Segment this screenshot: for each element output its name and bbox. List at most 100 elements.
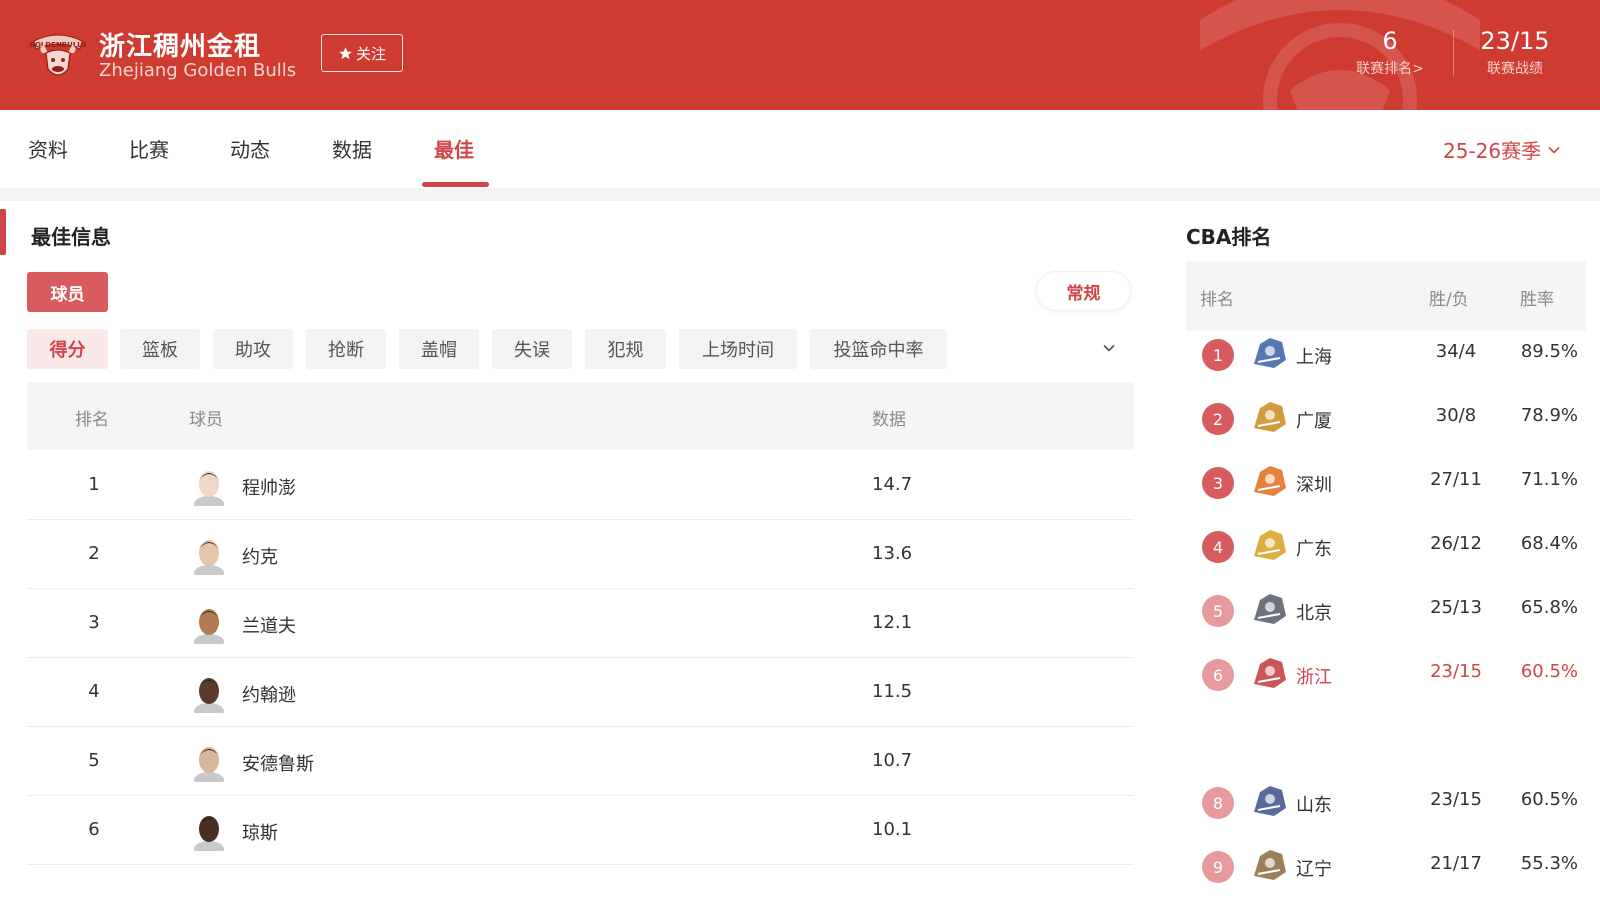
- player-name[interactable]: 安德鲁斯: [242, 750, 314, 776]
- ranking-row[interactable]: 6 浙江 23/15 60.5%: [1186, 646, 1586, 706]
- team-name[interactable]: 深圳: [1296, 471, 1332, 497]
- team-win-pct: 60.5%: [1520, 661, 1578, 682]
- chevron-down-icon: [1548, 146, 1560, 154]
- tab-stats[interactable]: 数据: [332, 134, 372, 163]
- header-rank: 排名: [1200, 290, 1234, 310]
- team-win-loss: 27/11: [1430, 469, 1482, 490]
- tab-news[interactable]: 动态: [230, 134, 270, 163]
- team-name[interactable]: 山东: [1296, 791, 1332, 817]
- ranking-row[interactable]: 9 辽宁 21/17 55.3%: [1186, 838, 1586, 898]
- team-logo-icon: [1254, 466, 1286, 496]
- expand-categories-chevron-icon[interactable]: [1100, 339, 1118, 357]
- team-name[interactable]: 辽宁: [1296, 855, 1332, 881]
- category-fouls[interactable]: 犯规: [585, 329, 666, 369]
- ranking-row[interactable]: 2 广厦 30/8 78.9%: [1186, 390, 1586, 450]
- player-rank: 3: [88, 612, 100, 633]
- team-name[interactable]: 浙江: [1296, 663, 1332, 689]
- player-name[interactable]: 约翰逊: [242, 681, 296, 707]
- category-rebounds[interactable]: 篮板: [120, 329, 200, 369]
- team-nav: 资料 比赛 动态 数据 最佳 25-26赛季: [0, 110, 1600, 188]
- team-win-pct: 55.3%: [1520, 853, 1578, 874]
- team-logo-icon: [1254, 786, 1286, 816]
- team-name[interactable]: 北京: [1296, 599, 1332, 625]
- player-name[interactable]: 琼斯: [242, 819, 278, 845]
- league-rank-stat[interactable]: 6 联赛排名>: [1345, 26, 1435, 78]
- player-stat-value: 12.1: [872, 612, 913, 633]
- player-row[interactable]: 2 约克 13.6: [27, 519, 1134, 589]
- rank-badge: 1: [1202, 339, 1234, 371]
- ranking-row[interactable]: 4 广东 26/12 68.4%: [1186, 518, 1586, 578]
- ranking-row[interactable]: 1 上海 34/4 89.5%: [1186, 326, 1586, 386]
- header-rank: 排名: [75, 410, 109, 430]
- player-row[interactable]: 6 琼斯 10.1: [27, 795, 1134, 865]
- team-header: GOLDENBULLS 浙江稠州金租 Zhejiang Golden Bulls…: [0, 0, 1600, 110]
- header-player: 球员: [189, 410, 223, 430]
- tab-best[interactable]: 最佳: [434, 134, 474, 163]
- season-label: 25-26赛季: [1443, 139, 1542, 163]
- cba-ranking-panel: CBA排名 排名 胜/负 胜率 1 上海 34/4 89.5% 2 广厦 30/8 78.9%…: [1160, 201, 1600, 900]
- team-name[interactable]: 广厦: [1296, 407, 1332, 433]
- player-avatar: [194, 816, 224, 851]
- category-points[interactable]: 得分: [27, 329, 108, 369]
- team-logo-icon: [1254, 594, 1286, 624]
- category-turnovers[interactable]: 失误: [492, 329, 572, 369]
- player-avatar: [194, 747, 224, 782]
- team-name-cn: 浙江稠州金租: [99, 32, 262, 62]
- player-type-button[interactable]: 球员: [27, 272, 108, 312]
- follow-button[interactable]: 关注: [321, 34, 403, 72]
- player-row[interactable]: 4 约翰逊 11.5: [27, 657, 1134, 727]
- header-win-loss: 胜/负: [1429, 290, 1469, 310]
- team-logo-icon: [1254, 402, 1286, 432]
- tab-matches[interactable]: 比赛: [129, 134, 169, 163]
- section-accent-bar: [0, 209, 6, 255]
- category-assists[interactable]: 助攻: [213, 329, 293, 369]
- ranking-row[interactable]: 5 北京 25/13 65.8%: [1186, 582, 1586, 642]
- player-rank: 6: [88, 819, 100, 840]
- header-value: 数据: [872, 410, 906, 430]
- player-row[interactable]: 5 安德鲁斯 10.7: [27, 726, 1134, 796]
- rank-badge: 3: [1202, 467, 1234, 499]
- ranking-row[interactable]: 8 山东 23/15 60.5%: [1186, 774, 1586, 834]
- player-rank: 2: [88, 543, 100, 564]
- player-avatar: [194, 609, 224, 644]
- player-name[interactable]: 兰道夫: [242, 612, 296, 638]
- rank-badge: 8: [1202, 787, 1234, 819]
- player-name[interactable]: 程帅澎: [242, 474, 296, 500]
- star-icon: [339, 46, 352, 59]
- category-steals[interactable]: 抢断: [306, 329, 386, 369]
- player-stat-value: 10.7: [872, 750, 913, 771]
- rank-badge: 5: [1202, 595, 1234, 627]
- player-row[interactable]: 3 兰道夫 12.1: [27, 588, 1134, 658]
- rank-badge: 4: [1202, 531, 1234, 563]
- team-name-en: Zhejiang Golden Bulls: [99, 60, 297, 81]
- league-record-value: 23/15: [1480, 27, 1550, 55]
- season-selector[interactable]: 25-26赛季: [1443, 135, 1561, 164]
- player-rank: 5: [88, 750, 100, 771]
- player-name[interactable]: 约克: [242, 543, 278, 569]
- header-win-pct: 胜率: [1520, 290, 1554, 310]
- team-name[interactable]: 广东: [1296, 535, 1332, 561]
- category-fg-pct[interactable]: 投篮命中率: [810, 329, 947, 369]
- category-minutes[interactable]: 上场时间: [679, 329, 797, 369]
- follow-label: 关注: [355, 44, 386, 63]
- ranking-row[interactable]: 3 深圳 27/11 71.1%: [1186, 454, 1586, 514]
- team-logo-icon: [1254, 338, 1286, 368]
- league-record-label: 联赛战绩: [1487, 61, 1543, 77]
- cba-ranking-title: CBA排名: [1186, 225, 1272, 249]
- category-blocks[interactable]: 盖帽: [399, 329, 479, 369]
- player-rank: 1: [88, 474, 100, 495]
- team-win-pct: 78.9%: [1520, 405, 1578, 426]
- best-table-header: 排名 球员 数据: [27, 382, 1134, 450]
- regular-season-toggle[interactable]: 常规: [1036, 271, 1131, 311]
- player-row[interactable]: 1 程帅澎 14.7: [27, 450, 1134, 520]
- team-win-loss: 23/15: [1430, 789, 1482, 810]
- rank-badge: 6: [1202, 659, 1234, 691]
- player-stat-value: 10.1: [872, 819, 913, 840]
- rank-badge: 2: [1202, 403, 1234, 435]
- tab-profile[interactable]: 资料: [28, 134, 68, 163]
- player-avatar: [194, 540, 224, 575]
- team-win-loss: 34/4: [1435, 341, 1477, 362]
- player-stat-value: 13.6: [872, 543, 913, 564]
- team-name[interactable]: 上海: [1296, 343, 1332, 369]
- svg-text:GOLDENBULLS: GOLDENBULLS: [30, 41, 86, 49]
